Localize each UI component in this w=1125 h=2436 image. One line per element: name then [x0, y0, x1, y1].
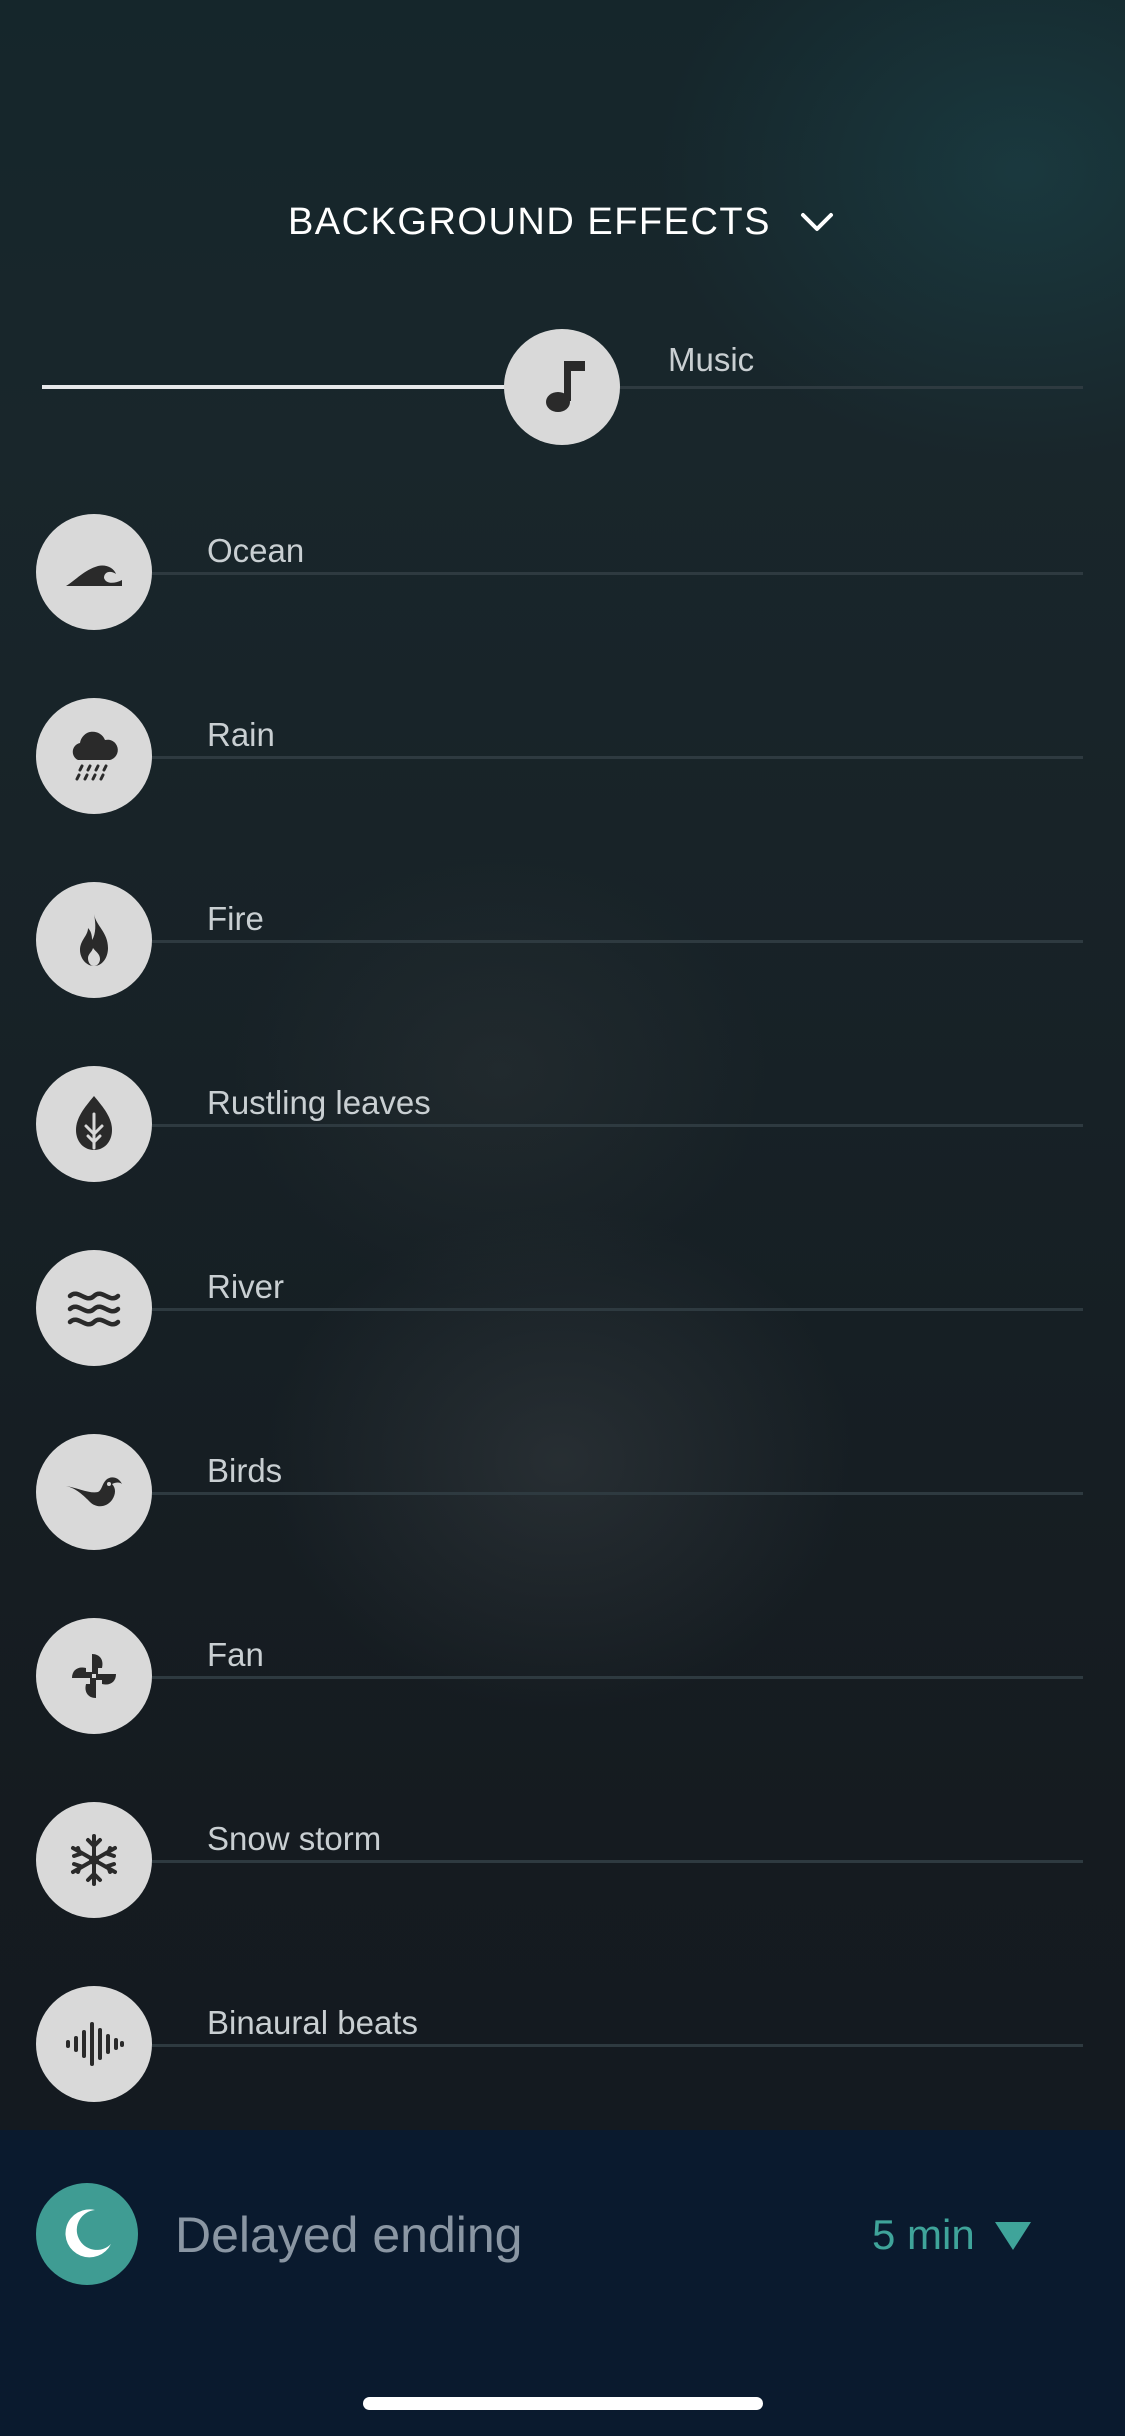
effect-row-binaural-beats[interactable]: Binaural beats: [0, 1985, 1125, 2105]
effect-row-fire[interactable]: Fire: [0, 881, 1125, 1001]
music-slider-filled-track: [42, 385, 562, 389]
music-note-icon: [546, 361, 585, 412]
delayed-ending-toggle[interactable]: [36, 2183, 138, 2285]
duration-select[interactable]: 5 min: [872, 2210, 975, 2260]
effect-slider-track[interactable]: [152, 1308, 1083, 1311]
fan-icon: [72, 1654, 116, 1698]
effect-slider-track[interactable]: [152, 1860, 1083, 1863]
effect-slider-track[interactable]: [152, 1492, 1083, 1495]
effect-label: Binaural beats: [207, 2004, 418, 2041]
bird-icon: [66, 1477, 122, 1507]
triangle-down-icon[interactable]: [993, 2220, 1033, 2252]
effect-slider-knob[interactable]: [36, 1618, 152, 1734]
delayed-ending-bar: Delayed ending 5 min: [0, 2130, 1125, 2436]
effect-label: Fire: [207, 900, 264, 937]
effect-slider-knob[interactable]: [36, 698, 152, 814]
effect-row-ocean[interactable]: Ocean: [0, 513, 1125, 633]
snowflake-icon: [71, 1834, 117, 1886]
background-effects-toggle[interactable]: BACKGROUND EFFECTS: [0, 190, 1125, 250]
effect-row-fan[interactable]: Fan: [0, 1617, 1125, 1737]
effect-label: River: [207, 1268, 285, 1305]
soundwave-icon: [66, 2022, 124, 2066]
effect-slider-knob[interactable]: [36, 1066, 152, 1182]
effect-slider-track[interactable]: [152, 1676, 1083, 1679]
chevron-down-icon: [801, 212, 834, 231]
effect-row-rustling-leaves[interactable]: Rustling leaves: [0, 1065, 1125, 1185]
effect-row-river[interactable]: River: [0, 1249, 1125, 1369]
effect-slider-knob[interactable]: [36, 1434, 152, 1550]
effect-slider-knob[interactable]: [36, 1802, 152, 1918]
effect-slider-track[interactable]: [152, 572, 1083, 575]
effect-slider-track[interactable]: [152, 940, 1083, 943]
effect-slider-knob[interactable]: [36, 1986, 152, 2102]
effect-label: Ocean: [207, 532, 305, 569]
effect-label: Rain: [207, 716, 275, 753]
effect-label: Birds: [207, 1452, 283, 1489]
rain-cloud-icon: [72, 731, 118, 781]
delayed-ending-label: Delayed ending: [175, 2207, 523, 2263]
effect-slider-track[interactable]: [152, 1124, 1083, 1127]
effect-label: Rustling leaves: [207, 1084, 431, 1121]
effect-row-rain[interactable]: Rain: [0, 697, 1125, 817]
music-slider-knob[interactable]: [504, 329, 620, 445]
music-slider-track: [620, 386, 1083, 389]
moon-icon: [65, 2209, 111, 2258]
wave-icon: [66, 565, 122, 586]
music-label: Music: [668, 341, 755, 378]
effect-slider-track[interactable]: [152, 756, 1083, 759]
effect-slider-knob[interactable]: [36, 882, 152, 998]
effect-slider-knob[interactable]: [36, 1250, 152, 1366]
effect-slider-knob[interactable]: [36, 514, 152, 630]
flame-icon: [80, 914, 108, 966]
effect-row-snow-storm[interactable]: Snow storm: [0, 1801, 1125, 1921]
effect-label: Fan: [207, 1636, 264, 1673]
home-indicator[interactable]: [363, 2397, 763, 2410]
music-volume-slider[interactable]: Music: [0, 328, 1125, 448]
effect-row-birds[interactable]: Birds: [0, 1433, 1125, 1553]
water-waves-icon: [67, 1291, 121, 1327]
leaf-icon: [76, 1096, 112, 1150]
effect-slider-track[interactable]: [152, 2044, 1083, 2047]
page-title: BACKGROUND EFFECTS: [287, 200, 771, 243]
effect-label: Snow storm: [207, 1820, 382, 1857]
